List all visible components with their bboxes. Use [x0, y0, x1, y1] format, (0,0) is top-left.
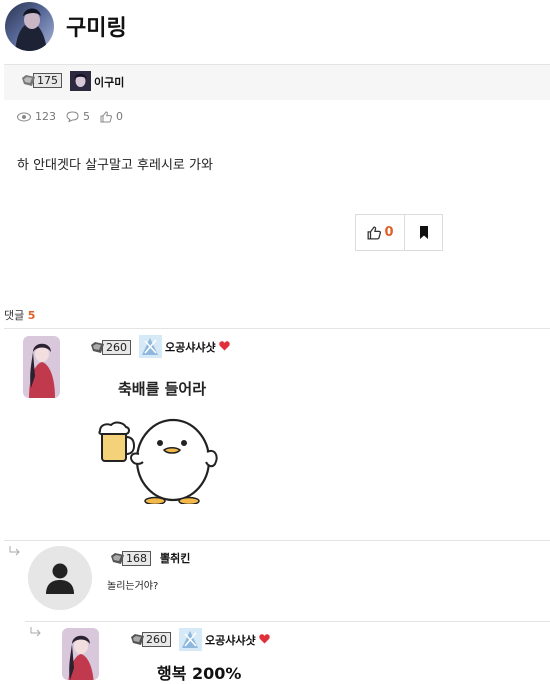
- reply-level-badge: 260: [131, 632, 171, 647]
- comment-bubble-icon: [66, 111, 79, 122]
- reply-level-number: 168: [122, 551, 151, 566]
- reply-divider: [25, 621, 550, 622]
- sticker-caption: 행복 200%: [157, 664, 242, 683]
- bookmark-icon: [419, 226, 428, 239]
- reply-level-number: 260: [142, 632, 171, 647]
- reply-text: 놀리는거야?: [107, 581, 159, 592]
- comment-author-name-text: 오공샤샤샷: [165, 341, 216, 354]
- duck-with-beer-illustration: [98, 418, 218, 504]
- comment-level-badge: 260: [91, 340, 131, 355]
- comment-level-number: 260: [102, 340, 131, 355]
- like-count: 0: [116, 110, 123, 123]
- default-avatar[interactable]: [28, 546, 92, 610]
- author-level-number: 175: [33, 73, 62, 88]
- author-name[interactable]: 이구미: [94, 74, 124, 90]
- comment-divider: [4, 540, 550, 541]
- reply-level-badge: 168: [111, 551, 151, 566]
- like-button[interactable]: 0: [355, 214, 406, 251]
- eye-icon: [17, 112, 31, 121]
- post-author-avatar[interactable]: [5, 2, 54, 51]
- comments-header: 댓글 5: [4, 307, 35, 323]
- view-count: 123: [35, 110, 56, 123]
- level-gem-icon: [111, 553, 124, 564]
- reply-arrow-icon: [30, 627, 42, 640]
- sticker-caption: 축배를 들어라: [118, 380, 207, 398]
- post-title: 구미링: [66, 16, 127, 41]
- comment-count: 5: [83, 110, 90, 123]
- comments-divider: [4, 328, 550, 329]
- comment-author-name[interactable]: 오공샤샤샷: [165, 339, 231, 355]
- reply-author-name-text: 오공샤샤샷: [205, 634, 256, 647]
- like-button-count: 0: [384, 225, 394, 240]
- reply-arrow-icon: [9, 546, 21, 559]
- post-body-text: 하 안대겟다 살구말고 후레시로 가와: [17, 158, 213, 173]
- post-stats: 123 5 0: [17, 110, 129, 123]
- level-gem-icon: [22, 75, 35, 86]
- comment-avatar[interactable]: [23, 336, 60, 398]
- comments-label: 댓글: [4, 309, 25, 322]
- thumbs-up-icon: [367, 226, 382, 239]
- reply-avatar[interactable]: [62, 628, 99, 680]
- thumbs-up-icon: [100, 110, 112, 122]
- reply-user-thumbnail[interactable]: [179, 628, 202, 651]
- author-thumbnail[interactable]: [70, 71, 91, 91]
- comment-user-thumbnail[interactable]: [139, 335, 162, 358]
- level-gem-icon: [131, 634, 144, 645]
- heart-icon: [219, 341, 231, 351]
- comment-sticker: 축배를 들어라: [93, 372, 233, 504]
- level-gem-icon: [91, 342, 104, 353]
- heart-icon: [259, 634, 271, 644]
- bookmark-button[interactable]: [404, 214, 443, 251]
- user-silhouette-icon: [46, 563, 74, 594]
- reply-author-name[interactable]: 뽈취킨: [160, 550, 190, 566]
- author-level-badge: 175: [22, 73, 62, 88]
- reply-author-name[interactable]: 오공샤샤샷: [205, 632, 271, 648]
- comments-count: 5: [27, 309, 36, 322]
